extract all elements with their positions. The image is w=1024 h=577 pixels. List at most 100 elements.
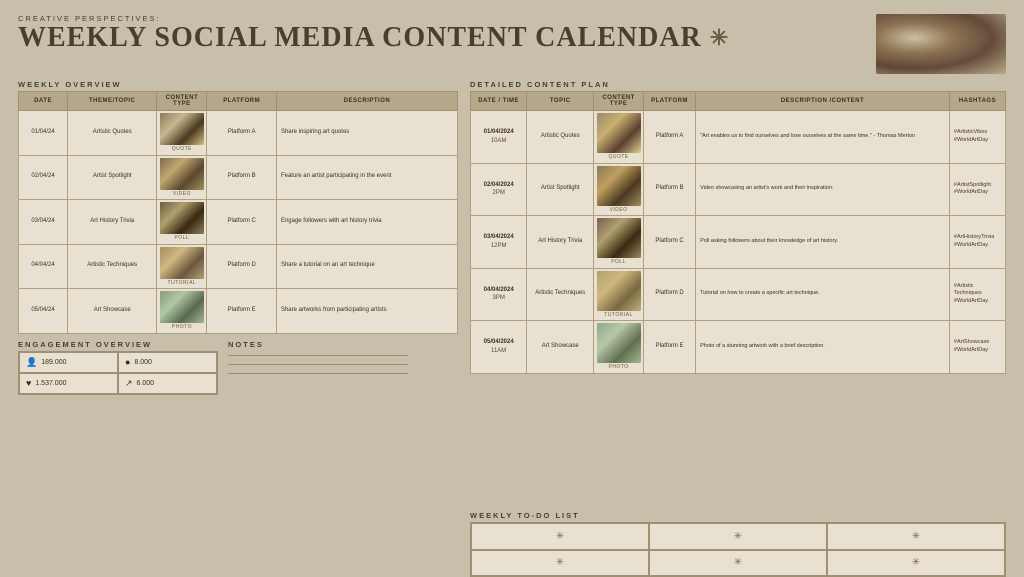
weekly-date-2: 03/04/24 [19, 200, 68, 245]
weekly-label-3: TUTORIAL [159, 280, 204, 287]
detail-hashtags-1: #ArtistSpotlight#WorldArtDay [949, 163, 1005, 216]
detail-platform-2: Platform C [644, 216, 696, 269]
header-image [876, 14, 1006, 74]
weekly-platform-4: Platform E [207, 289, 277, 334]
weekly-overview-table: DATE THEME/TOPIC CONTENT TYPE PLATFORM D… [18, 91, 458, 334]
weekly-imgcell-3: TUTORIAL [157, 244, 207, 289]
todo-cell-1[interactable]: ✳ [471, 523, 649, 550]
weekly-desc-4: Share artworks from participating artist… [276, 289, 457, 334]
eng-icon-2: ♥ [26, 378, 31, 388]
detailed-plan-section: Detailed Content Plan DATE / TIME TOPIC … [470, 80, 1006, 505]
dcol-datetime: DATE / TIME [471, 92, 527, 111]
notes-lines [228, 351, 408, 378]
detail-topic-1: Artist Spotlight [527, 163, 594, 216]
weekly-row-2: 03/04/24 Art History Trivia POLL Platfor… [19, 200, 458, 245]
detail-hashtags-3: #ArtisticTechniques#WorldArtDay [949, 268, 1005, 321]
weekly-imgcell-1: VIDEO [157, 155, 207, 200]
todo-cell-2[interactable]: ✳ [649, 523, 827, 550]
todo-title: Weekly To-Do List [470, 511, 1006, 520]
todo-cell-6[interactable]: ✳ [827, 550, 1005, 577]
engagement-cell-3: ↗6.000 [118, 373, 217, 394]
detailed-plan-title: Detailed Content Plan [470, 80, 1006, 89]
col-date: DATE [19, 92, 68, 111]
weekly-row-3: 04/04/24 Artistic Techniques TUTORIAL Pl… [19, 244, 458, 289]
detail-row-3: 04/04/2024 3PM Artistic Techniques TUTOR… [471, 268, 1006, 321]
detail-desc-4: Photo of a stunning artwork with a brief… [696, 321, 950, 374]
detail-platform-4: Platform E [644, 321, 696, 374]
detail-topic-2: Art History Trivia [527, 216, 594, 269]
detail-label-2: POLL [596, 259, 641, 266]
weekly-date-4: 05/04/24 [19, 289, 68, 334]
detail-topic-3: Artistic Techniques [527, 268, 594, 321]
detail-row-4: 05/04/2024 11AM Art Showcase PHOTO Platf… [471, 321, 1006, 374]
note-line-1 [228, 355, 408, 356]
page: Creative Perspectives: Weekly Social Med… [0, 0, 1024, 576]
weekly-label-4: PHOTO [159, 324, 204, 331]
detail-row-2: 03/04/2024 12PM Art History Trivia POLL … [471, 216, 1006, 269]
detail-hashtags-4: #ArtShowcase#WorldArtDay [949, 321, 1005, 374]
weekly-date-1: 02/04/24 [19, 155, 68, 200]
detail-row-1: 02/04/2024 2PM Artist Spotlight VIDEO Pl… [471, 163, 1006, 216]
eng-icon-0: 👤 [26, 357, 37, 368]
detail-imgcell-4: PHOTO [594, 321, 644, 374]
detail-imgcell-3: TUTORIAL [594, 268, 644, 321]
weekly-platform-3: Platform D [207, 244, 277, 289]
weekly-platform-1: Platform B [207, 155, 277, 200]
weekly-desc-1: Feature an artist participating in the e… [276, 155, 457, 200]
detail-img-2 [597, 218, 641, 258]
dcol-hashtags: HASHTAGS [949, 92, 1005, 111]
weekly-platform-0: Platform A [207, 111, 277, 156]
right-panel: Detailed Content Plan DATE / TIME TOPIC … [470, 80, 1006, 566]
dcol-content-type: CONTENT TYPE [594, 92, 644, 111]
weekly-theme-2: Art History Trivia [68, 200, 157, 245]
weekly-platform-2: Platform C [207, 200, 277, 245]
detail-label-1: VIDEO [596, 207, 641, 214]
weekly-theme-4: Art Showcase [68, 289, 157, 334]
detail-label-0: QUOTE [596, 154, 641, 161]
weekly-label-1: VIDEO [159, 191, 204, 198]
weekly-theme-3: Artistic Techniques [68, 244, 157, 289]
engagement-cell-0: 👤189.000 [19, 352, 118, 373]
detail-platform-0: Platform A [644, 111, 696, 164]
col-content-type: CONTENT TYPE [157, 92, 207, 111]
weekly-theme-0: Artistic Quotes [68, 111, 157, 156]
dcol-platform: PLATFORM [644, 92, 696, 111]
weekly-overview-title: Weekly Overview [18, 80, 458, 89]
detail-img-3 [597, 271, 641, 311]
notes-panel: Notes [228, 340, 408, 378]
weekly-row-1: 02/04/24 Artist Spotlight VIDEO Platform… [19, 155, 458, 200]
todo-cell-4[interactable]: ✳ [471, 550, 649, 577]
header-left: Creative Perspectives: Weekly Social Med… [18, 14, 729, 54]
main-content: Weekly Overview DATE THEME/TOPIC CONTENT… [18, 80, 1006, 566]
detail-topic-4: Art Showcase [527, 321, 594, 374]
detail-img-1 [597, 166, 641, 206]
detail-label-4: PHOTO [596, 364, 641, 371]
detail-hashtags-2: #ArtHistoryTrivia#WorldArtDay [949, 216, 1005, 269]
detail-desc-3: Tutorial on how to create a specific art… [696, 268, 950, 321]
detail-label-3: TUTORIAL [596, 312, 641, 319]
weekly-imgcell-4: PHOTO [157, 289, 207, 334]
header-image-decoration [876, 14, 1006, 74]
engagement-grid: 👤189.000●8.000♥1.537.000↗6.000 [18, 351, 218, 395]
detail-platform-1: Platform B [644, 163, 696, 216]
header: Creative Perspectives: Weekly Social Med… [18, 14, 1006, 74]
weekly-theme-1: Artist Spotlight [68, 155, 157, 200]
todo-grid: ✳ ✳ ✳ ✳ ✳ ✳ [470, 522, 1006, 577]
detail-row-0: 01/04/2024 10AM Artistic Quotes QUOTE Pl… [471, 111, 1006, 164]
detail-platform-3: Platform D [644, 268, 696, 321]
note-line-3 [228, 373, 408, 374]
note-line-2 [228, 364, 408, 365]
eng-value-3: 6.000 [137, 380, 155, 387]
engagement-cell-1: ●8.000 [118, 352, 217, 373]
todo-cell-3[interactable]: ✳ [827, 523, 1005, 550]
todo-cell-5[interactable]: ✳ [649, 550, 827, 577]
bottom-left: Engagement Overview 👤189.000●8.000♥1.537… [18, 340, 458, 395]
notes-title: Notes [228, 340, 408, 349]
weekly-date-0: 01/04/24 [19, 111, 68, 156]
weekly-img-1 [160, 158, 204, 190]
detail-img-4 [597, 323, 641, 363]
eng-value-1: 8.000 [134, 359, 152, 366]
weekly-img-0 [160, 113, 204, 145]
weekly-imgcell-0: QUOTE [157, 111, 207, 156]
detail-datetime-4: 05/04/2024 11AM [471, 321, 527, 374]
